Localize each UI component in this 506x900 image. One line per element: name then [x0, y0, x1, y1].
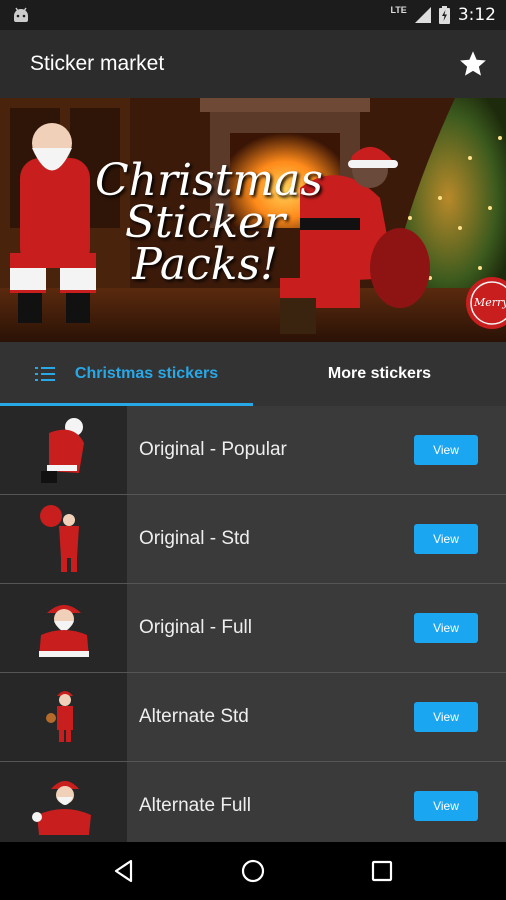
battery-icon [438, 6, 450, 24]
status-time: 3:12 [457, 5, 496, 25]
pack-thumbnail [0, 584, 127, 672]
android-icon [14, 7, 28, 22]
santa-thumbnail [45, 691, 73, 742]
pack-name: Original - Std [139, 528, 250, 549]
santa-thumbnail [31, 781, 91, 835]
app-bar: Sticker market [0, 30, 506, 98]
view-button[interactable]: View [414, 435, 478, 465]
system-nav-bar [0, 842, 506, 900]
recents-icon[interactable] [369, 858, 395, 884]
pack-name: Alternate Std [139, 706, 249, 727]
list-icon [34, 367, 55, 381]
view-button[interactable]: View [414, 524, 478, 554]
tab-label: Christmas stickers [74, 365, 219, 382]
back-icon[interactable] [111, 858, 137, 884]
list-item[interactable]: Alternate Std View [0, 673, 506, 762]
tab-bar: Christmas stickers More stickers [0, 342, 506, 406]
santa-thumbnail [40, 418, 84, 483]
list-item[interactable]: Alternate Full View [0, 762, 506, 842]
promo-banner[interactable]: Christmas Sticker Packs! Merry [0, 98, 506, 342]
banner-corner-text: Merry [474, 296, 506, 309]
pack-name: Original - Full [139, 617, 252, 638]
network-type: LTE [390, 5, 407, 15]
home-icon[interactable] [240, 858, 266, 884]
banner-headline-line2: Sticker [124, 197, 286, 248]
santa-thumbnail [38, 605, 89, 657]
status-bar: LTE 3:12 [0, 0, 506, 30]
star-icon[interactable] [458, 49, 488, 79]
list-item[interactable]: Original - Full View [0, 584, 506, 673]
pack-thumbnail [0, 495, 127, 583]
view-button[interactable]: View [414, 613, 478, 643]
pack-thumbnail [0, 673, 127, 761]
view-button[interactable]: View [414, 791, 478, 821]
pack-name: Original - Popular [139, 439, 287, 460]
pack-thumbnail [0, 406, 127, 494]
banner-headline-line1: Christmas [95, 155, 323, 206]
sticker-pack-list: Original - Popular View Original - Std V… [0, 406, 506, 842]
signal-icon [414, 7, 431, 23]
banner-headline: Christmas Sticker Packs! [95, 155, 323, 290]
pack-thumbnail [0, 762, 127, 842]
view-button[interactable]: View [414, 702, 478, 732]
list-item[interactable]: Original - Popular View [0, 406, 506, 495]
banner-headline-line3: Packs! [132, 239, 278, 290]
tab-more-stickers[interactable]: More stickers [253, 342, 506, 406]
page-title: Sticker market [30, 52, 165, 75]
tab-label: More stickers [327, 365, 432, 382]
list-item[interactable]: Original - Std View [0, 495, 506, 584]
pack-name: Alternate Full [139, 795, 251, 816]
santa-thumbnail [39, 505, 79, 572]
tab-christmas-stickers[interactable]: Christmas stickers [0, 342, 253, 406]
